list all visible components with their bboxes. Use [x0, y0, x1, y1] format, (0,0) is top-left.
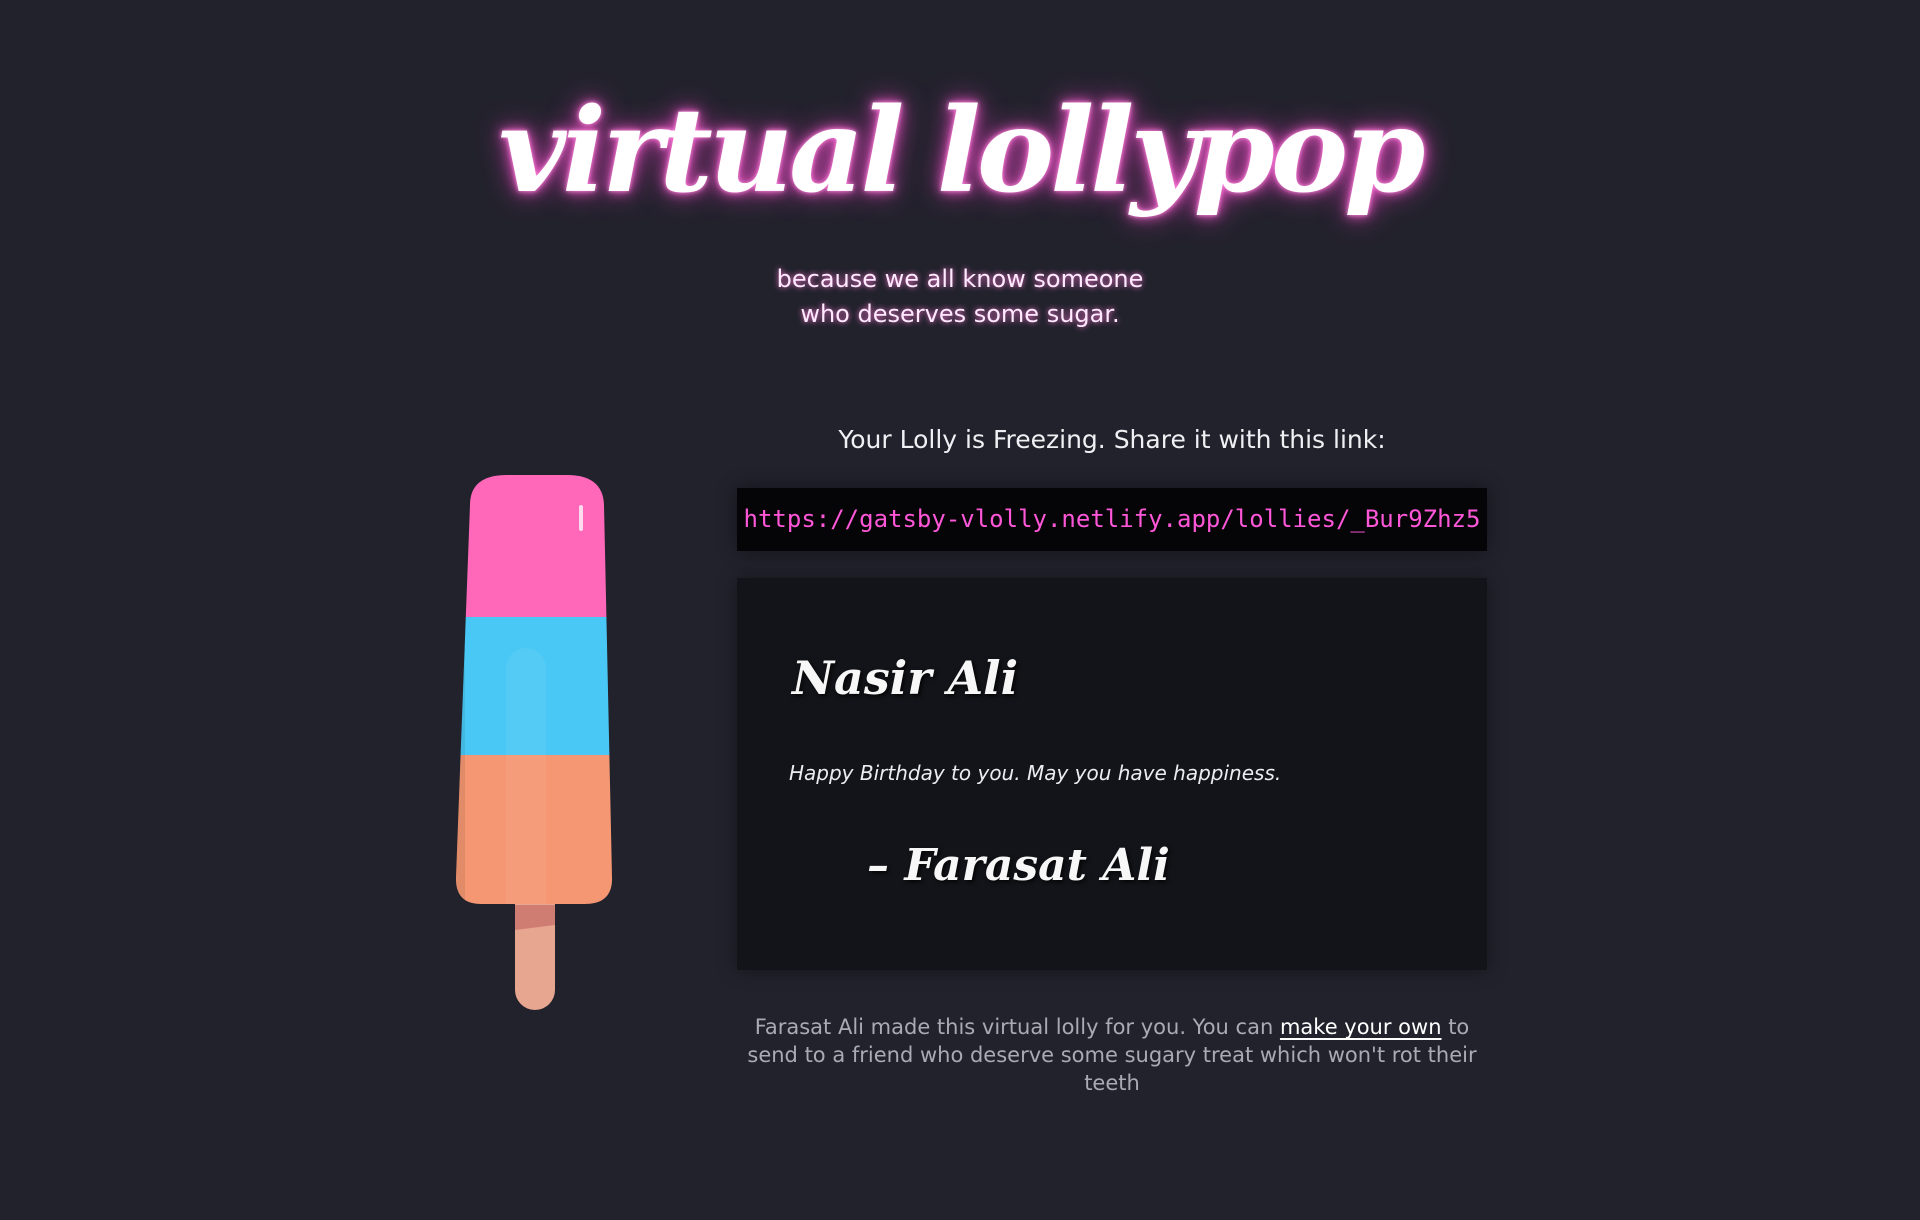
share-heading: Your Lolly is Freezing. Share it with th…	[838, 425, 1386, 454]
page-header: virtual lollypop	[0, 83, 1920, 219]
tagline-line-1: because we all know someone	[776, 265, 1144, 293]
lolly-illustration	[425, 475, 645, 1025]
lolly-highlight-stripe	[506, 648, 546, 904]
site-title: virtual lollypop	[498, 83, 1426, 219]
lolly-gloss	[579, 505, 583, 531]
tagline: because we all know someone who deserves…	[760, 262, 1160, 332]
footer-text-before: Farasat Ali made this virtual lolly for …	[754, 1015, 1280, 1039]
lolly-left-shade	[455, 475, 465, 904]
message-text: Happy Birthday to you. May you have happ…	[789, 761, 1282, 785]
message-card: Nasir Ali Happy Birthday to you. May you…	[737, 578, 1487, 970]
lolly-svg	[455, 475, 613, 1010]
make-your-own-link[interactable]: make your own	[1280, 1015, 1442, 1039]
recipient-name: Nasir Ali	[792, 651, 1019, 705]
lolly-body	[455, 475, 613, 904]
tagline-line-2: who deserves some sugar.	[800, 300, 1120, 328]
footer-note: Farasat Ali made this virtual lolly for …	[737, 1013, 1487, 1097]
sender-signature: – Farasat Ali	[867, 840, 1170, 891]
share-link-field[interactable]: https://gatsby-vlolly.netlify.app/lollie…	[737, 488, 1487, 551]
lolly-top-flavor	[455, 475, 613, 617]
